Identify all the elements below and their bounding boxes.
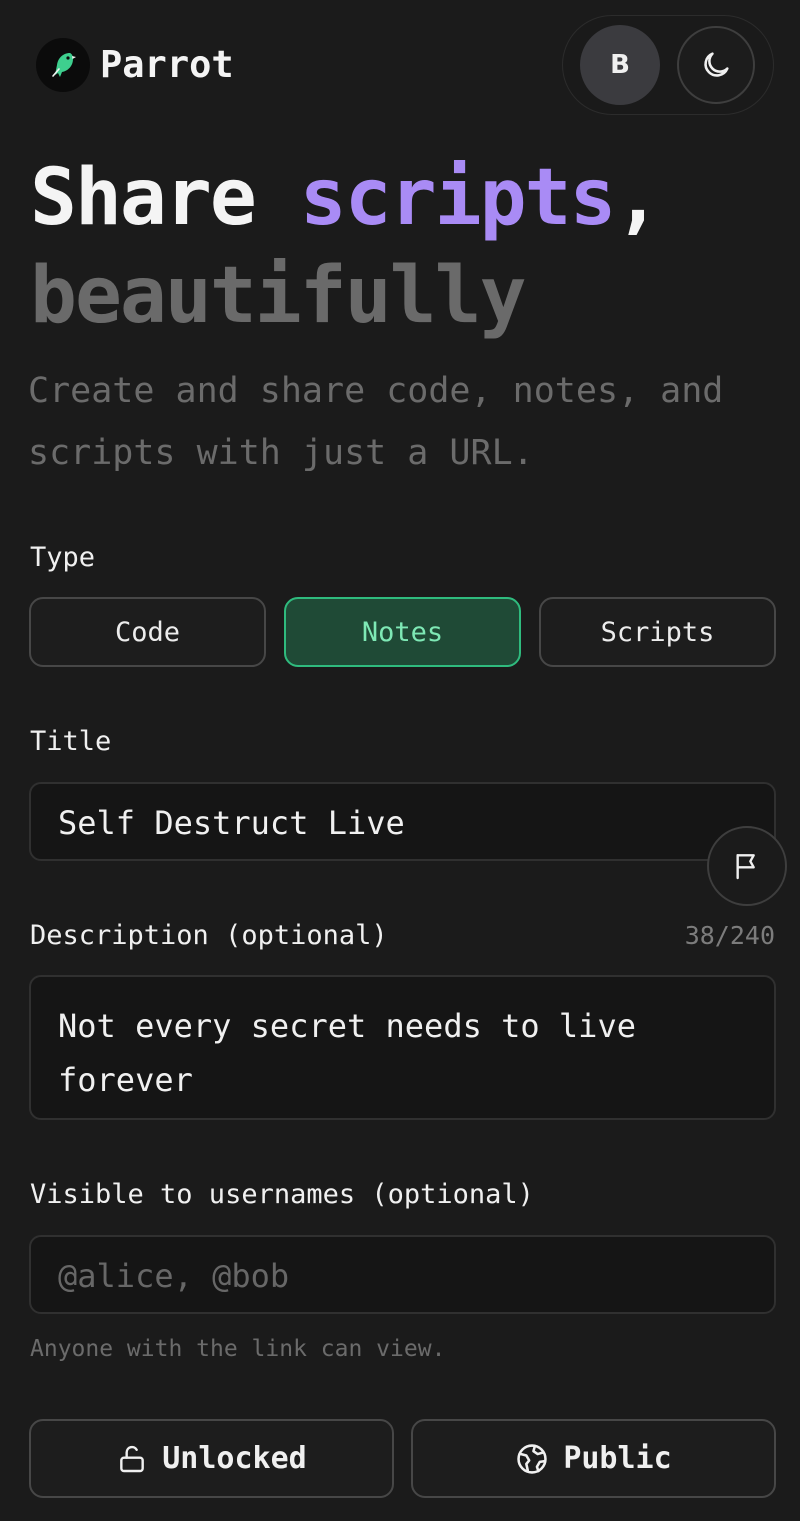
usernames-input[interactable]: @alice, @bob <box>29 1235 776 1314</box>
title-input[interactable]: Self Destruct Live <box>29 782 776 861</box>
hero-subtitle: Create and share code, notes, and script… <box>28 371 724 473</box>
lock-toggle-button[interactable]: Unlocked <box>29 1419 394 1498</box>
description-char-counter: 38/240 <box>684 921 775 950</box>
visibility-label: Visible to usernames (optional) <box>30 1179 534 1210</box>
visibility-hint: Anyone with the link can view. <box>30 1336 446 1362</box>
moon-icon <box>704 52 729 77</box>
type-scripts-button[interactable]: Scripts <box>539 597 776 667</box>
visibility-toggle-label: Public <box>563 1441 672 1476</box>
brand-name[interactable]: Parrot <box>100 40 234 90</box>
hero-title-comma: , <box>614 153 662 243</box>
type-code-button[interactable]: Code <box>29 597 266 667</box>
unlock-icon <box>116 1443 148 1475</box>
globe-icon <box>515 1442 549 1476</box>
hero-title: Share scripts, <box>30 148 662 248</box>
theme-toggle-button[interactable] <box>677 26 755 104</box>
type-label: Type <box>30 542 96 573</box>
lock-toggle-label: Unlocked <box>162 1441 307 1476</box>
parrot-logo-icon[interactable] <box>36 38 90 92</box>
hero-title-line2: beautifully <box>30 251 527 341</box>
hero-title-part1: Share <box>30 153 300 243</box>
visibility-toggle-button[interactable]: Public <box>411 1419 776 1498</box>
flag-icon <box>736 854 755 880</box>
title-label: Title <box>30 726 112 757</box>
user-avatar[interactable]: B <box>580 25 660 105</box>
hero-title-accent: scripts <box>299 153 617 243</box>
description-textarea[interactable]: Not every secret needs to live forever <box>29 975 776 1120</box>
report-button[interactable] <box>707 826 787 906</box>
description-label: Description (optional) <box>30 920 388 951</box>
type-notes-button[interactable]: Notes <box>284 597 521 667</box>
